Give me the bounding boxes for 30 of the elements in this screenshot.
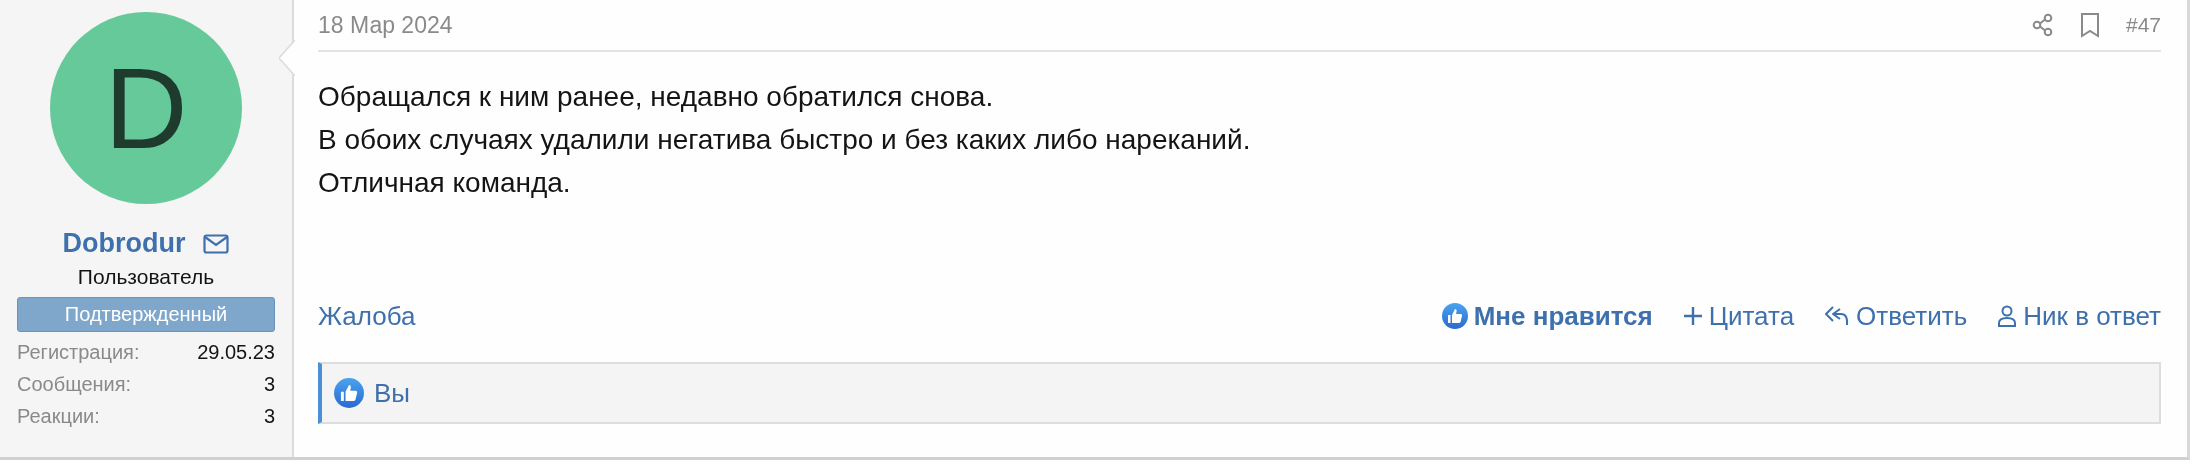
person-icon bbox=[1997, 305, 2018, 327]
post-text: Обращался к ним ранее, недавно обратился снова. bbox=[318, 80, 995, 114]
avatar-letter: D bbox=[104, 50, 188, 166]
plus-icon bbox=[1682, 306, 1703, 326]
stat-value: 3 bbox=[263, 372, 275, 397]
user-title: Пользователь bbox=[77, 265, 215, 289]
post-number[interactable]: #47 bbox=[2125, 13, 2161, 37]
thumbs-up-icon bbox=[1441, 303, 1468, 329]
post-text: Отличная команда. bbox=[318, 166, 572, 200]
envelope-icon[interactable] bbox=[203, 233, 230, 254]
post-text: В обоих случаях удалили негатива быстро и без каких либо нареканий. bbox=[318, 123, 1252, 157]
mention-link[interactable]: Ник в ответ bbox=[1997, 300, 2161, 332]
stat-value: 29.05.23 bbox=[197, 340, 275, 365]
bookmark-icon[interactable] bbox=[2079, 12, 2100, 38]
username-link[interactable]: Dobrodur bbox=[62, 228, 186, 259]
like-link[interactable]: Мне нравится bbox=[1441, 300, 1653, 332]
avatar[interactable]: D bbox=[50, 12, 242, 204]
like-icon bbox=[334, 378, 364, 408]
quote-link[interactable]: Цитата bbox=[1682, 300, 1795, 332]
stat-label: Сообщения: bbox=[17, 372, 132, 397]
share-icon[interactable] bbox=[2031, 13, 2054, 37]
reply-icon bbox=[1824, 305, 1851, 327]
reactions-link[interactable]: Вы bbox=[374, 377, 411, 409]
stat-label: Реакции: bbox=[17, 404, 100, 429]
user-banner: Подтвержденный bbox=[17, 297, 275, 332]
stat-value: 3 bbox=[263, 404, 275, 429]
post-date[interactable]: 18 Мар 2024 bbox=[318, 11, 453, 39]
reply-link[interactable]: Ответить bbox=[1824, 300, 1968, 332]
report-link[interactable]: Жалоба bbox=[318, 300, 416, 332]
stat-label: Регистрация: bbox=[17, 340, 140, 365]
